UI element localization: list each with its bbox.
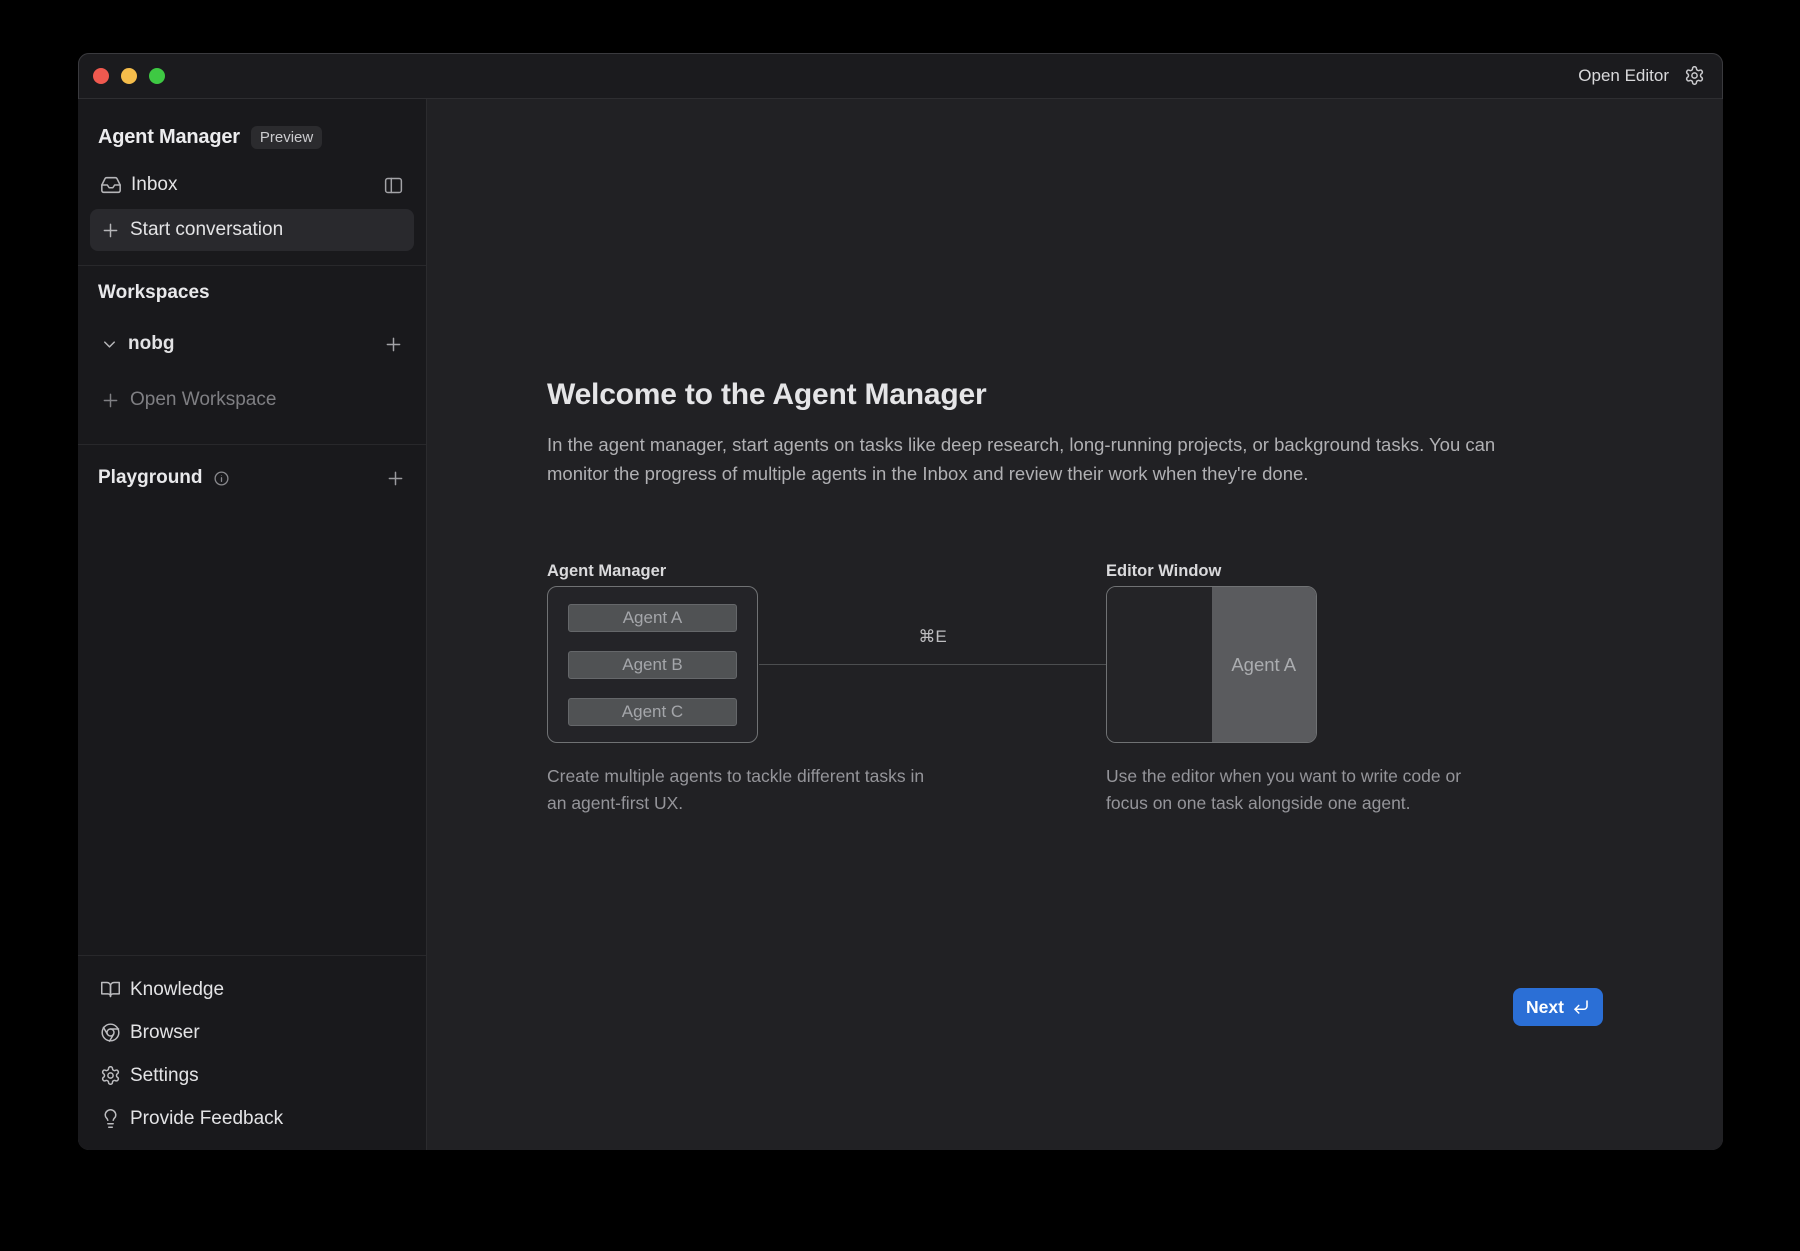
- agent-manager-diagram: Agent A Agent B Agent C: [547, 586, 758, 743]
- inbox-icon: [100, 174, 122, 196]
- sidebar-item-inbox[interactable]: Inbox: [90, 165, 414, 205]
- sidebar-footer: Knowledge Browser Settings: [78, 955, 426, 1150]
- editor-window-diagram: Agent A: [1106, 586, 1317, 743]
- main-content: Welcome to the Agent Manager In the agen…: [427, 99, 1723, 1150]
- playground-label: Playground: [98, 467, 203, 489]
- connector-line: [759, 664, 1106, 665]
- lightbulb-icon: [100, 1108, 121, 1129]
- sidebar-divider: [78, 444, 426, 445]
- caption-line: Create multiple agents to tackle differe…: [547, 763, 924, 790]
- agent-manager-diagram-label: Agent Manager: [547, 562, 666, 581]
- page-title: Welcome to the Agent Manager: [547, 378, 986, 412]
- sidebar-divider: [78, 265, 426, 266]
- caption-line: an agent-first UX.: [547, 790, 924, 817]
- chevron-down-icon[interactable]: [100, 335, 119, 354]
- workspace-item-nobg[interactable]: nobg: [90, 324, 414, 364]
- app-window: Open Editor Agent Manager Preview Inbox: [78, 53, 1723, 1150]
- workspaces-header: Workspaces: [90, 282, 414, 304]
- provide-feedback-label: Provide Feedback: [130, 1108, 283, 1130]
- next-button-label: Next: [1526, 997, 1564, 1018]
- traffic-lights: [93, 68, 165, 84]
- agent-manager-caption: Create multiple agents to tackle differe…: [547, 763, 924, 817]
- caption-line: Use the editor when you want to write co…: [1106, 763, 1461, 790]
- add-conversation-to-workspace-button[interactable]: [383, 334, 404, 355]
- editor-agent-pane: Agent A: [1212, 587, 1317, 742]
- sidebar-item-provide-feedback[interactable]: Provide Feedback: [90, 1097, 414, 1140]
- next-button[interactable]: Next: [1513, 988, 1603, 1026]
- app-title: Agent Manager: [98, 126, 240, 149]
- sidebar-item-start-conversation[interactable]: Start conversation: [90, 209, 414, 251]
- minimize-window-button[interactable]: [121, 68, 137, 84]
- plus-icon: [100, 390, 121, 411]
- close-window-button[interactable]: [93, 68, 109, 84]
- inbox-label: Inbox: [131, 174, 177, 196]
- sidebar-item-settings[interactable]: Settings: [90, 1054, 414, 1097]
- panel-toggle-button[interactable]: [383, 175, 404, 196]
- knowledge-label: Knowledge: [130, 979, 224, 1001]
- editor-window-diagram-label: Editor Window: [1106, 562, 1221, 581]
- sidebar-item-open-workspace[interactable]: Open Workspace: [90, 380, 414, 420]
- sidebar-item-browser[interactable]: Browser: [90, 1011, 414, 1054]
- open-workspace-label: Open Workspace: [130, 389, 276, 411]
- agent-pill: Agent B: [568, 651, 737, 679]
- agent-pill: Agent C: [568, 698, 737, 726]
- sidebar: Agent Manager Preview Inbox Start conver…: [78, 99, 427, 1150]
- gear-icon[interactable]: [1684, 65, 1705, 86]
- gear-icon: [100, 1065, 121, 1086]
- add-playground-button[interactable]: [385, 468, 406, 489]
- info-icon[interactable]: [213, 470, 230, 487]
- workspaces-header-label: Workspaces: [98, 282, 210, 304]
- intro-text: In the agent manager, start agents on ta…: [547, 430, 1495, 488]
- browser-icon: [100, 1022, 121, 1043]
- preview-badge: Preview: [251, 126, 322, 149]
- plus-icon: [100, 220, 121, 241]
- caption-line: focus on one task alongside one agent.: [1106, 790, 1461, 817]
- intro-line-2: monitor the progress of multiple agents …: [547, 459, 1495, 488]
- editor-main-pane: [1107, 587, 1212, 742]
- browser-label: Browser: [130, 1022, 200, 1044]
- return-icon: [1572, 998, 1590, 1016]
- agent-pill: Agent A: [568, 604, 737, 632]
- zoom-window-button[interactable]: [149, 68, 165, 84]
- editor-window-caption: Use the editor when you want to write co…: [1106, 763, 1461, 817]
- playground-header: Playground: [90, 467, 414, 489]
- settings-label: Settings: [130, 1065, 199, 1087]
- book-open-icon: [100, 979, 121, 1000]
- intro-line-1: In the agent manager, start agents on ta…: [547, 430, 1495, 459]
- sidebar-item-knowledge[interactable]: Knowledge: [90, 968, 414, 1011]
- start-conversation-label: Start conversation: [130, 219, 283, 241]
- open-editor-button[interactable]: Open Editor: [1578, 66, 1669, 86]
- shortcut-label: ⌘E: [759, 627, 1106, 647]
- titlebar: Open Editor: [78, 53, 1723, 99]
- workspace-name: nobg: [128, 333, 174, 355]
